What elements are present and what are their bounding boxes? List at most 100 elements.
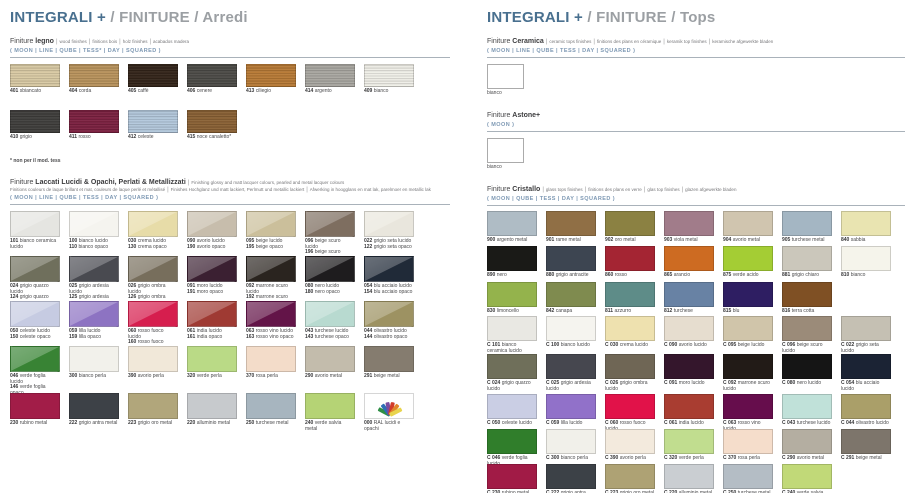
color-swatch-C-061 bbox=[664, 394, 714, 419]
swatch-cell-046: 046 verde foglia lucido146 verde foglia … bbox=[10, 346, 60, 393]
swatch-cell-890: 890 nero bbox=[487, 246, 537, 282]
swatch-code: C 022 bbox=[841, 342, 854, 348]
swatch-code: 905 bbox=[782, 237, 790, 243]
swatch-label-line: 905 turchese metal bbox=[782, 238, 832, 244]
color-swatch-860 bbox=[605, 246, 655, 271]
color-swatch-412 bbox=[128, 110, 178, 133]
swatch-cell-842: 842 canapa bbox=[546, 282, 596, 316]
color-swatch-C-223 bbox=[605, 464, 655, 489]
swatch-cell-230: 230 rubino metal bbox=[10, 393, 60, 438]
color-swatch-404 bbox=[69, 64, 119, 87]
swatch-label: C 030 crema lucido bbox=[605, 343, 655, 349]
swatch-label: 860 rosso bbox=[605, 273, 655, 279]
swatch-label: 810 bianco bbox=[841, 273, 891, 279]
swatch-label: 830 limoncello bbox=[487, 309, 537, 315]
swatch-label-line: 830 limoncello bbox=[487, 309, 537, 315]
swatch-cell-404: 404 corda bbox=[69, 64, 119, 110]
swatch-code: 842 bbox=[546, 308, 554, 314]
swatch-cell-370: 370 rosa perla bbox=[246, 346, 296, 393]
color-swatch-060 bbox=[128, 301, 178, 327]
models-list: ( MOON | QUBE | TESS | DAY | SQUARED ) bbox=[487, 196, 905, 202]
page-title-arredi: INTEGRALI + / FINITURE / Arredi bbox=[10, 9, 450, 26]
section-heading-name: Cristallo bbox=[512, 186, 540, 193]
swatch-cell-059: 059 lilla lucido159 lilla opaco bbox=[69, 301, 119, 346]
section-heading-prefix: Finiture bbox=[10, 179, 35, 186]
swatch-label-line: C 091 moro lucido bbox=[664, 381, 714, 387]
color-swatch-830 bbox=[487, 282, 537, 307]
section-heading-tag: ceramic tops finishes bbox=[549, 39, 591, 44]
color-swatch-C-092 bbox=[723, 354, 773, 379]
section-heading-prefix: Finiture bbox=[487, 38, 512, 45]
swatch-label: 043 turchese lucido143 turchese opaco bbox=[305, 329, 355, 340]
section-heading-prefix: Finiture bbox=[487, 186, 512, 193]
swatch-cell-C-090: C 090 avorio lucido bbox=[664, 316, 714, 354]
swatch-cell-414: 414 argento bbox=[305, 64, 355, 110]
section-astone: Finiture Astone+( MOON )bianco bbox=[487, 112, 905, 178]
swatch-cell-881: 881 grigio chiaro bbox=[782, 246, 832, 282]
color-swatch-C-025 bbox=[546, 354, 596, 379]
swatch-code: 180 bbox=[305, 289, 313, 295]
color-swatch-C-240 bbox=[782, 464, 832, 489]
models-list: ( MOON | LINE | QUBE | TESS | DAY | SQUA… bbox=[487, 48, 905, 54]
swatch-label-line: 811 azzurro bbox=[605, 309, 655, 315]
tag-separator: | bbox=[167, 187, 169, 193]
color-swatch-C-095 bbox=[723, 316, 773, 341]
section-laccati: Finiture Laccati Lucidi & Opachi, Perlat… bbox=[10, 179, 450, 438]
swatch-code: 026 bbox=[128, 283, 136, 289]
swatch-code: 900 bbox=[487, 237, 495, 243]
swatch-cell-060: 060 rosso fuoco lucido160 rosso fuoco op… bbox=[128, 301, 178, 346]
swatch-label-line: C 290 avorio metal bbox=[782, 456, 832, 462]
color-swatch-865 bbox=[664, 246, 714, 271]
swatch-cell-C-030: C 030 crema lucido bbox=[605, 316, 655, 354]
section-divider bbox=[10, 204, 450, 205]
swatch-cell-bianco: bianco bbox=[487, 138, 524, 178]
swatch-code: C 046 bbox=[487, 455, 500, 461]
swatch-row: C 046 verde foglia lucidoC 300 bianco pe… bbox=[487, 429, 905, 464]
swatch-label-line: 415 noce canaletto* bbox=[187, 135, 237, 141]
swatch-cell-091: 091 moro lucido191 moro opaco bbox=[187, 256, 237, 301]
swatch-code: 409 bbox=[364, 88, 372, 94]
swatch-code: C 095 bbox=[723, 342, 736, 348]
swatch-label-line: 320 verde perla bbox=[187, 374, 237, 380]
footnote: * non per il mod. tess bbox=[10, 158, 450, 164]
swatch-label: C 090 avorio lucido bbox=[664, 343, 714, 349]
color-swatch-880 bbox=[546, 246, 596, 271]
swatch-code: 150 bbox=[10, 334, 18, 340]
swatch-code: C 054 bbox=[841, 380, 854, 386]
swatch-cell-C-054: C 054 blu acciaio lucido bbox=[841, 354, 891, 394]
swatch-code: 025 bbox=[69, 283, 77, 289]
swatch-code: C 050 bbox=[487, 420, 500, 426]
swatch-cell-C-300: C 300 bianco perla bbox=[546, 429, 596, 464]
swatch-label-line: C 370 rosa perla bbox=[723, 456, 773, 462]
swatch-code: 810 bbox=[841, 272, 849, 278]
swatch-label-line: 240 verde salvia metal bbox=[305, 421, 355, 432]
swatch-code: 222 bbox=[69, 420, 77, 426]
color-swatch-250 bbox=[246, 393, 296, 419]
swatch-cell-C-092: C 092 marrone scuro lucido bbox=[723, 354, 773, 394]
color-swatch-905 bbox=[782, 211, 832, 236]
swatch-code: 060 bbox=[128, 328, 136, 334]
swatch-label: 875 verde acido bbox=[723, 273, 773, 279]
swatch-label: 054 blu acciaio lucido154 blu acciaio op… bbox=[364, 284, 414, 295]
swatch-code: 405 bbox=[128, 88, 136, 94]
swatch-label: C 290 avorio metal bbox=[782, 456, 832, 462]
swatch-label-line: 875 verde acido bbox=[723, 273, 773, 279]
section-heading-tag: glazen afgewerkte bladen bbox=[685, 187, 736, 192]
swatch-label-line: 122 grigio seta opaco bbox=[364, 245, 414, 251]
color-swatch-C-050 bbox=[487, 394, 537, 419]
swatch-cell-902: 902 oro metal bbox=[605, 211, 655, 246]
color-swatch-223 bbox=[128, 393, 178, 419]
color-swatch-050 bbox=[10, 301, 60, 327]
swatch-cell-904: 904 avorio metal bbox=[723, 211, 773, 246]
swatch-code: 404 bbox=[69, 88, 77, 94]
swatch-label: C 291 beige metal bbox=[841, 456, 891, 462]
swatch-cell-C-230: C 230 rubino metal bbox=[487, 464, 537, 493]
swatch-label: 880 grigio antracite bbox=[546, 273, 596, 279]
tag-separator: | bbox=[306, 187, 308, 193]
section-heading-tag: acabados madera bbox=[153, 39, 189, 44]
swatch-code: C 080 bbox=[782, 380, 795, 386]
swatch-code: 146 bbox=[10, 384, 18, 390]
swatch-code: C 290 bbox=[782, 455, 795, 461]
color-swatch-092 bbox=[246, 256, 296, 282]
swatch-code: C 092 bbox=[723, 380, 736, 386]
